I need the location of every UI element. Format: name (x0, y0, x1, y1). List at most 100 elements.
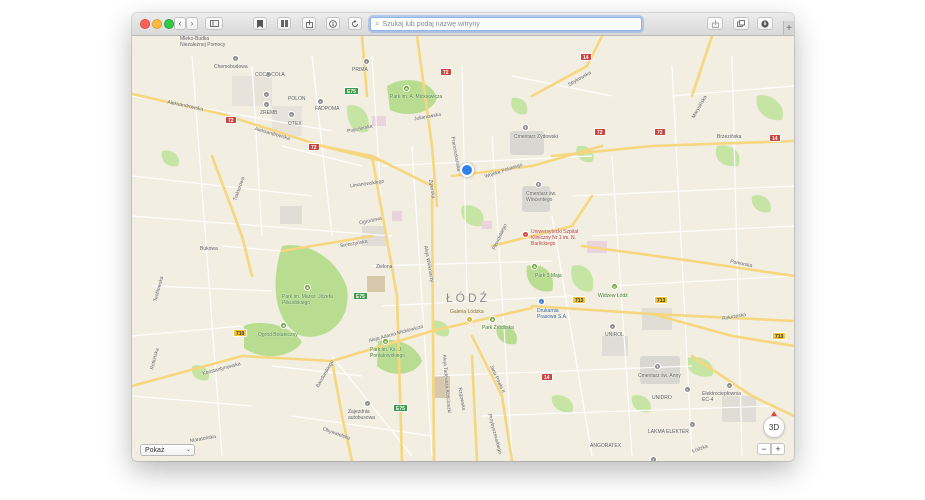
label-park-3-maja[interactable]: Park 3 Maja (535, 273, 562, 279)
building-icon[interactable]: ▪ (538, 298, 545, 305)
label-cmentarz-anny[interactable]: Cmentarz św. Anny (638, 373, 681, 379)
factory-icon[interactable]: ▪ (609, 323, 616, 330)
label-drukarnia[interactable]: Drukarnia Prasowa S.A. (537, 308, 577, 320)
label-park-pilsudskiego[interactable]: Park im. Marsz. Józefa Piłsudskiego (282, 294, 342, 306)
factory-icon[interactable]: ▪ (684, 386, 691, 393)
factory-icon[interactable]: ▪ (263, 101, 270, 108)
factory-icon[interactable]: ▪ (363, 58, 370, 65)
cemetery-icon[interactable]: ✝ (522, 124, 529, 131)
bus-depot-icon[interactable]: ▪ (364, 400, 371, 407)
show-dropdown[interactable]: Pokaż ⌄ (140, 444, 195, 456)
factory-icon[interactable]: ▪ (317, 98, 324, 105)
road-shield-72: 72 (440, 68, 452, 76)
factory-icon[interactable]: ▪ (288, 111, 295, 118)
reload-icon (352, 19, 358, 27)
tree-icon[interactable]: ♣ (403, 85, 410, 92)
road-shield-713: 713 (772, 332, 787, 340)
plus-icon: + (786, 22, 792, 34)
label-mleko[interactable]: Mleko-Budka Niezależnej Pomocy (180, 36, 226, 48)
label-ogrod-botaniczny[interactable]: Ogród Botaniczny (258, 332, 298, 338)
label-cmentarz-zydowski[interactable]: Cmentarz Żydowski (514, 134, 558, 140)
tree-icon[interactable]: ♣ (304, 284, 311, 291)
label-szpital[interactable]: Uniwersytecki Szpital Kliniczny Nr 1 im.… (531, 229, 581, 247)
address-bar[interactable]: ⌕ Szukaj lub podaj nazwę witryny (370, 17, 642, 31)
label-polon[interactable]: POLON (288, 96, 306, 102)
bookmark-icon (257, 19, 263, 28)
label-zajezdnia[interactable]: Zajezdnia autobusowa (348, 409, 388, 421)
close-window-button[interactable] (140, 19, 150, 29)
reload-button[interactable] (348, 17, 362, 30)
forward-button[interactable]: › (186, 17, 198, 30)
label-park-zrodliska[interactable]: Park Źródliska (482, 325, 514, 331)
label-widzew[interactable]: Widzew Łódź (598, 293, 628, 299)
info-button[interactable] (326, 17, 340, 30)
reading-list-button[interactable] (277, 17, 291, 30)
hospital-icon[interactable]: + (522, 231, 529, 238)
label-angoratex[interactable]: ANGORATEX (590, 443, 621, 449)
road-teofilowska (210, 154, 254, 278)
share-button[interactable] (302, 17, 316, 30)
label-fadpoma[interactable]: FADPOMA (315, 106, 339, 112)
label-prima[interactable]: PRIMA (352, 67, 368, 73)
current-location-marker[interactable] (460, 163, 474, 177)
new-tab-button[interactable]: + (783, 21, 794, 35)
road-kosciuszki (430, 194, 436, 461)
label-zremb[interactable]: ZREMB (260, 110, 278, 116)
street-label: Zielona (376, 264, 393, 270)
chevron-down-icon: ⌄ (185, 447, 191, 453)
fullscreen-window-button[interactable] (164, 19, 174, 29)
browser-window: ‹ › ⌕ Szukaj lub podaj nazwę witryny + Ł… (132, 13, 794, 461)
road-rzgowska (470, 354, 479, 461)
park-area (715, 145, 740, 167)
tree-icon[interactable]: ♣ (531, 263, 538, 270)
factory-icon[interactable]: ▪ (263, 91, 270, 98)
label-cmentarz-wincentego[interactable]: Cmentarz św. Wincentego (526, 191, 570, 203)
label-otex[interactable]: OTEX (288, 121, 302, 127)
search-icon: ⌕ (375, 19, 380, 28)
street-label: Bukowa (200, 246, 218, 252)
label-coca-cola[interactable]: COCA-COLA (255, 72, 285, 78)
label-unirol[interactable]: UNIROL (605, 332, 624, 338)
browser-toolbar: ‹ › ⌕ Szukaj lub podaj nazwę witryny + (132, 13, 794, 36)
back-button[interactable]: ‹ (174, 17, 186, 30)
3d-button[interactable]: 3D (763, 416, 785, 438)
downloads-button[interactable] (757, 17, 773, 30)
tree-icon[interactable]: ♣ (280, 322, 287, 329)
tree-icon[interactable]: ♣ (489, 316, 496, 323)
label-park-poniatowskiego[interactable]: Park im. Ks. J. Poniatowskiego (370, 347, 430, 359)
road-shield-14: 14 (769, 134, 781, 142)
address-placeholder: Szukaj lub podaj nazwę witryny (382, 20, 480, 28)
tabs-overview-button[interactable] (733, 17, 749, 30)
factory-icon[interactable]: ▪ (726, 382, 733, 389)
zoom-out-button[interactable]: − (757, 443, 771, 455)
factory-icon[interactable]: ▪ (650, 456, 657, 461)
label-elektrocieplownia[interactable]: Elektrociepłownia EC-4 (702, 391, 742, 403)
road-north (360, 36, 369, 98)
industrial-area (482, 221, 492, 229)
label-galeria[interactable]: Galeria Łódzka (450, 309, 484, 315)
tabs-icon (737, 20, 745, 27)
label-chemobudowa[interactable]: Chemobudowa (214, 64, 248, 70)
park-area (161, 150, 180, 167)
map-view[interactable]: ŁÓDŹ ♣ Park im. A. Mickiewicza ♣ Park im… (132, 36, 794, 461)
sidebar-button[interactable] (205, 17, 223, 30)
road-shield-e75: E75 (353, 292, 368, 300)
park-area (511, 97, 528, 115)
cemetery-icon[interactable]: ✝ (654, 363, 661, 370)
cemetery-icon[interactable]: ✝ (535, 181, 542, 188)
factory-icon[interactable]: ▪ (232, 55, 239, 62)
street-label: Brzezińska (717, 134, 742, 140)
label-lakma[interactable]: LAKMA ELEKTER (648, 429, 689, 435)
share-icon (305, 19, 313, 28)
upload-button[interactable] (707, 17, 723, 30)
stadium-icon[interactable]: ◎ (611, 283, 618, 290)
park-area (551, 395, 574, 413)
bookmarks-button[interactable] (253, 17, 267, 30)
road-northeast (690, 36, 714, 98)
label-unidro[interactable]: UNIDRO (652, 395, 672, 401)
shopping-icon[interactable]: ▪ (466, 316, 473, 323)
minimize-window-button[interactable] (152, 19, 162, 29)
label-park-mickiewicza[interactable]: Park im. A. Mickiewicza (390, 94, 442, 100)
factory-icon[interactable]: ▪ (689, 421, 696, 428)
zoom-in-button[interactable]: + (771, 443, 785, 455)
